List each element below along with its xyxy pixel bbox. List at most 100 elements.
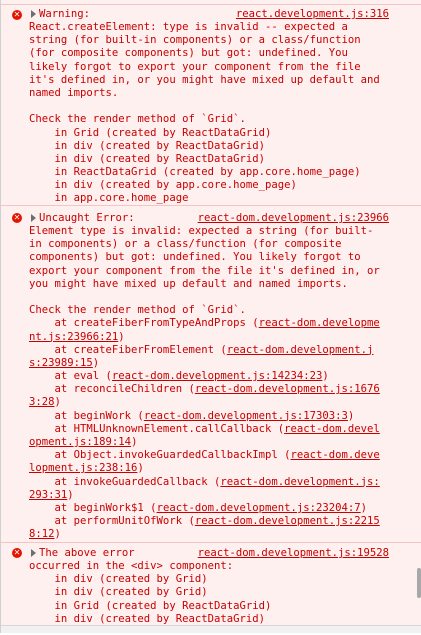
- stack-frame-link[interactable]: react-dom.development.js:: [220, 476, 379, 488]
- message-body: Element type is invalid: expected a stri…: [29, 225, 395, 542]
- message-line: [29, 291, 395, 304]
- message-label: Uncaught Error:: [39, 212, 135, 224]
- message-body: occurred in the <div> component: in div …: [29, 560, 395, 626]
- expand-triangle-icon[interactable]: [31, 549, 36, 557]
- message-line: in app.core.home_page: [29, 192, 189, 205]
- message-line: string (for built-in components) or a cl…: [29, 34, 361, 47]
- stack-frame-close: ): [54, 528, 61, 541]
- stack-frame-close: ): [54, 396, 61, 409]
- stack-frame-link[interactable]: opment.js:189:14: [29, 436, 131, 448]
- error-circle-icon: ✕: [12, 213, 22, 223]
- stack-frame-continuation: s:23989:15): [29, 357, 395, 370]
- message-line: in div (created by ReactDataGrid): [29, 612, 266, 625]
- console-message-above-error[interactable]: ✕ The above error react-dom.development.…: [1, 545, 421, 635]
- stack-frame-text: at createFiberFromElement (: [29, 343, 227, 356]
- stack-frame-text: at eval (: [29, 370, 112, 383]
- stack-frame-link[interactable]: react-dom.development.js:17303:3: [144, 410, 348, 422]
- stack-frame: at createFiberFromTypeAndProps (react-do…: [29, 317, 395, 330]
- stack-frame: at invokeGuardedCallback (react-dom.deve…: [29, 476, 395, 489]
- message-line: in div (created by Grid): [29, 586, 208, 599]
- stack-frame: at performUnitOfWork (react-dom.developm…: [29, 515, 395, 528]
- stack-frame: at eval (react-dom.development.js:14234:…: [29, 370, 395, 383]
- stack-frame-link[interactable]: react-dom.development.js:14234:23: [112, 370, 322, 382]
- stack-frame: at beginWork (react-dom.development.js:1…: [29, 410, 395, 423]
- stack-frame-link[interactable]: react-dom.devel: [284, 423, 380, 435]
- message-line: in Grid (created by ReactDataGrid): [29, 599, 272, 612]
- console-message-warning[interactable]: ✕ Warning: react.development.js:316 Reac…: [1, 6, 421, 206]
- message-line: Element type is invalid: expected a stri…: [29, 225, 374, 237]
- stack-frame-close: ): [347, 409, 355, 422]
- stack-frame-close: ): [67, 488, 74, 501]
- message-line: Check the render method of `Grid`.: [29, 113, 246, 126]
- message-line: in div (created by ReactDataGrid): [29, 139, 266, 152]
- message-line: export your component from the file it's…: [29, 264, 380, 277]
- message-line: in div (created by ReactDataGrid): [29, 152, 266, 165]
- error-circle-icon: ✕: [12, 548, 22, 558]
- stack-trace: at createFiberFromTypeAndProps (react-do…: [29, 317, 395, 541]
- stack-frame-continuation: nt.js:23966:21): [29, 331, 395, 344]
- stack-frame-link[interactable]: 293:31: [29, 489, 67, 501]
- stack-frame-link[interactable]: react-dom.development.j: [227, 344, 374, 356]
- stack-frame-close: ): [360, 501, 368, 514]
- source-link[interactable]: react-dom.development.js:23966: [198, 212, 389, 225]
- message-line: components) but got: undefined. You like…: [29, 251, 361, 264]
- stack-frame-text: at Object.invokeGuardedCallbackImpl (: [29, 449, 291, 462]
- message-label: Warning:: [39, 8, 91, 20]
- message-line: Check the render method of `Grid`.: [29, 304, 246, 317]
- stack-frame-link[interactable]: react-dom.development.js:1676: [195, 383, 380, 395]
- message-line: (for composite components) but got: unde…: [29, 47, 348, 60]
- stack-frame-continuation: lopment.js:238:16): [29, 462, 395, 475]
- message-line: named imports.: [29, 86, 119, 99]
- message-body: React.createElement: type is invalid -- …: [29, 21, 395, 206]
- stack-frame-link[interactable]: lopment.js:238:16: [29, 462, 137, 474]
- message-line: [29, 100, 395, 113]
- source-link[interactable]: react-dom.development.js:19528: [198, 547, 389, 560]
- stack-frame-text: at invokeGuardedCallback (: [29, 475, 221, 488]
- stack-frame: at Object.invokeGuardedCallbackImpl (rea…: [29, 449, 395, 462]
- vertical-scrollbar[interactable]: [417, 568, 421, 598]
- stack-frame-link[interactable]: nt.js:23966:21: [29, 331, 118, 343]
- stack-frame-text: at beginWork (: [29, 409, 144, 422]
- stack-frame: at createFiberFromElement (react-dom.dev…: [29, 344, 395, 357]
- stack-frame-text: at reconcileChildren (: [29, 383, 195, 396]
- console-bottom-bar: [1, 625, 421, 633]
- message-line: in ReactDataGrid (created by app.core.ho…: [29, 166, 361, 179]
- message-label: The above error: [39, 547, 135, 559]
- stack-frame-close: ): [92, 356, 100, 369]
- console-message-uncaught-error[interactable]: ✕ Uncaught Error: react-dom.development.…: [1, 210, 421, 543]
- stack-frame-link[interactable]: react-dom.development.js:2215: [195, 515, 380, 527]
- stack-frame-link[interactable]: s:23989:15: [29, 357, 93, 369]
- message-line: React.createElement: type is invalid -- …: [29, 21, 348, 33]
- devtools-console: ✕ Warning: react.development.js:316 Reac…: [0, 0, 421, 633]
- stack-frame-close: ): [322, 370, 329, 383]
- stack-frame-close: ): [118, 330, 125, 343]
- stack-frame-link[interactable]: react-dom.development.js:23204:7: [157, 502, 361, 514]
- stack-frame-link[interactable]: react-dom.deve: [291, 449, 380, 461]
- stack-frame: at reconcileChildren (react-dom.developm…: [29, 383, 395, 396]
- message-line: in div (created by app.core.home_page): [29, 179, 297, 192]
- stack-frame-text: at HTMLUnknownElement.callCallback (: [29, 422, 285, 435]
- message-line: in Grid (created by ReactDataGrid): [29, 126, 272, 139]
- stack-frame: at beginWork$1 (react-dom.development.js…: [29, 502, 395, 515]
- stack-frame-text: at performUnitOfWork (: [29, 515, 195, 528]
- stack-frame-close: ): [137, 462, 144, 475]
- stack-frame-text: at beginWork$1 (: [29, 501, 157, 514]
- stack-frame-continuation: opment.js:189:14): [29, 436, 395, 449]
- stack-frame-text: at createFiberFromTypeAndProps (: [29, 317, 259, 330]
- stack-frame-continuation: 8:12): [29, 528, 395, 541]
- stack-frame-continuation: 293:31): [29, 489, 395, 502]
- error-circle-icon: ✕: [12, 10, 22, 20]
- previous-message-edge: [1, 0, 421, 5]
- stack-frame-link[interactable]: 3:28: [29, 396, 55, 408]
- source-link[interactable]: react.development.js:316: [236, 8, 389, 21]
- message-line: in div (created by Grid): [29, 573, 208, 586]
- message-line: it's defined in, or you might have mixed…: [29, 73, 380, 86]
- stack-frame-continuation: 3:28): [29, 396, 395, 409]
- message-line: likely forgot to export your component f…: [29, 60, 361, 73]
- stack-frame-close: ): [131, 436, 138, 448]
- message-line: occurred in the <div> component:: [29, 560, 234, 572]
- expand-triangle-icon[interactable]: [31, 214, 36, 222]
- stack-frame-link[interactable]: react-dom.developme: [259, 317, 380, 329]
- expand-triangle-icon[interactable]: [31, 10, 36, 18]
- stack-frame-link[interactable]: 8:12: [29, 528, 55, 540]
